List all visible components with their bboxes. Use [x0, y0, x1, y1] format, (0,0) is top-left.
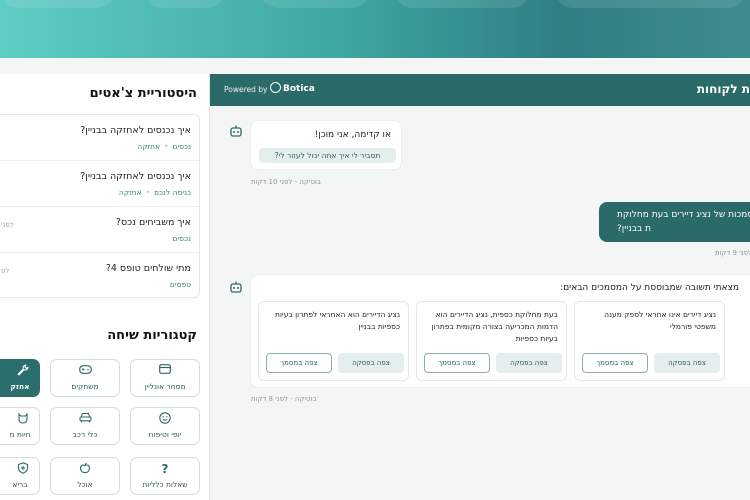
- bot-avatar-icon: [229, 124, 243, 138]
- banner-tab: [555, 0, 745, 8]
- message-meta: בוטיקה - לפני 10 דקות: [251, 178, 321, 186]
- message-text: מצאתי תשובה שמבוססת על המסמכים הבאים:: [560, 283, 739, 293]
- category-health[interactable]: בריא: [0, 457, 40, 495]
- category-vehicles[interactable]: כלי רכב: [50, 407, 120, 445]
- history-tags: נכסים•אחזקה: [137, 142, 191, 151]
- question-icon: ?: [161, 462, 169, 476]
- history-item[interactable]: לפני איך משביחים נכס? נכסים: [0, 207, 199, 253]
- brand-logo-icon: [270, 82, 281, 93]
- banner-tab: [145, 0, 225, 8]
- history-question: איך משביחים נכס?: [115, 217, 191, 228]
- user-message: סמכות של נציג דיירים בעת מחלוקת ת בבניין…: [599, 202, 750, 242]
- message-text: או קדימה, אני מוכן!: [314, 130, 391, 140]
- bot-avatar-icon: [229, 280, 243, 294]
- view-paragraph-button[interactable]: צפה בפסקה: [338, 353, 404, 373]
- powered-by-label: Powered by: [224, 85, 268, 94]
- document-card: נציג הדיירים הוא האחראי לפתרון בעיות כספ…: [258, 301, 409, 381]
- history-tags: כניסה לנכס•אחזקה: [118, 188, 191, 197]
- document-card: נציג דיירים אינו אחראי לספק מענה משפטי פ…: [574, 301, 725, 381]
- categories-title: קטגוריות שיחה: [107, 328, 197, 343]
- category-games[interactable]: משחקים: [50, 359, 120, 397]
- sidebar: היסטוריית צ'אטים איך נכנסים לאחזקה בבניי…: [0, 74, 210, 500]
- history-item[interactable]: איך נכנסים לאחזקה בבניין? נכסים•אחזקה: [0, 115, 199, 161]
- pet-icon: [7, 412, 39, 426]
- category-online-commerce[interactable]: מסחר אונליין: [130, 359, 200, 397]
- category-pets[interactable]: חיות מ: [0, 407, 40, 445]
- history-item[interactable]: לפ מתי שולחים טופס 4? טפסים: [0, 253, 199, 297]
- message-meta: בוטיקה - לפני 8 דקות: [251, 395, 317, 403]
- category-maintenance[interactable]: אחזק: [0, 359, 40, 397]
- top-banner: [0, 0, 750, 60]
- category-food[interactable]: אוכל: [50, 457, 120, 495]
- document-card: בעת מחלוקת כספית, נציג הדיירים הוא הדמות…: [416, 301, 567, 381]
- shield-plus-icon: [7, 462, 39, 476]
- car-icon: [51, 412, 119, 426]
- document-excerpt: נציג הדיירים הוא האחראי לפתרון בעיות כספ…: [275, 310, 400, 331]
- suggestion-button[interactable]: תסביר לי איך אתה יכול לעזור לי?: [259, 148, 396, 163]
- history-title: היסטוריית צ'אטים: [89, 86, 197, 101]
- history-tags: נכסים: [172, 234, 192, 243]
- history-time: לפני: [1, 221, 14, 229]
- history-list: איך נכנסים לאחזקה בבניין? נכסים•אחזקה אי…: [0, 114, 200, 298]
- chat-title: ת לקוחות: [696, 82, 750, 96]
- history-question: איך נכנסים לאחזקה בבניין?: [80, 125, 191, 136]
- message-meta: לפני 9 דקות: [715, 249, 750, 257]
- gamepad-icon: [51, 364, 119, 378]
- history-time: לפ: [1, 267, 10, 275]
- view-document-button[interactable]: צפה במסמך: [266, 353, 332, 373]
- divider: [0, 58, 750, 64]
- view-document-button[interactable]: צפה במסמך: [424, 353, 490, 373]
- document-excerpt: נציג דיירים אינו אחראי לספק מענה משפטי פ…: [604, 310, 716, 331]
- credit-card-icon: [131, 364, 199, 378]
- history-question: איך נכנסים לאחזקה בבניין?: [80, 171, 191, 182]
- document-excerpt: בעת מחלוקת כספית, נציג הדיירים הוא הדמות…: [431, 310, 558, 343]
- history-question: מתי שולחים טופס 4?: [105, 263, 191, 274]
- chat-header: Powered by Botica ת לקוחות: [210, 74, 750, 106]
- wrench-icon: [7, 364, 39, 378]
- brand-logo: Botica: [270, 82, 315, 94]
- history-tags: טפסים: [169, 280, 191, 289]
- smiley-icon: [131, 412, 199, 426]
- history-item[interactable]: איך נכנסים לאחזקה בבניין? כניסה לנכס•אחז…: [0, 161, 199, 207]
- banner-tab: [0, 0, 115, 8]
- bot-message-greeting: או קדימה, אני מוכן! תסביר לי איך אתה יכו…: [250, 120, 402, 170]
- view-paragraph-button[interactable]: צפה בפסקה: [496, 353, 562, 373]
- apple-icon: [51, 462, 119, 476]
- category-general-questions[interactable]: ? שאלות כלליות: [130, 457, 200, 495]
- category-beauty[interactable]: יופי וטיפוח: [130, 407, 200, 445]
- banner-tab: [260, 0, 370, 8]
- view-paragraph-button[interactable]: צפה בפסקה: [654, 353, 720, 373]
- banner-tab: [395, 0, 530, 8]
- view-document-button[interactable]: צפה במסמך: [582, 353, 648, 373]
